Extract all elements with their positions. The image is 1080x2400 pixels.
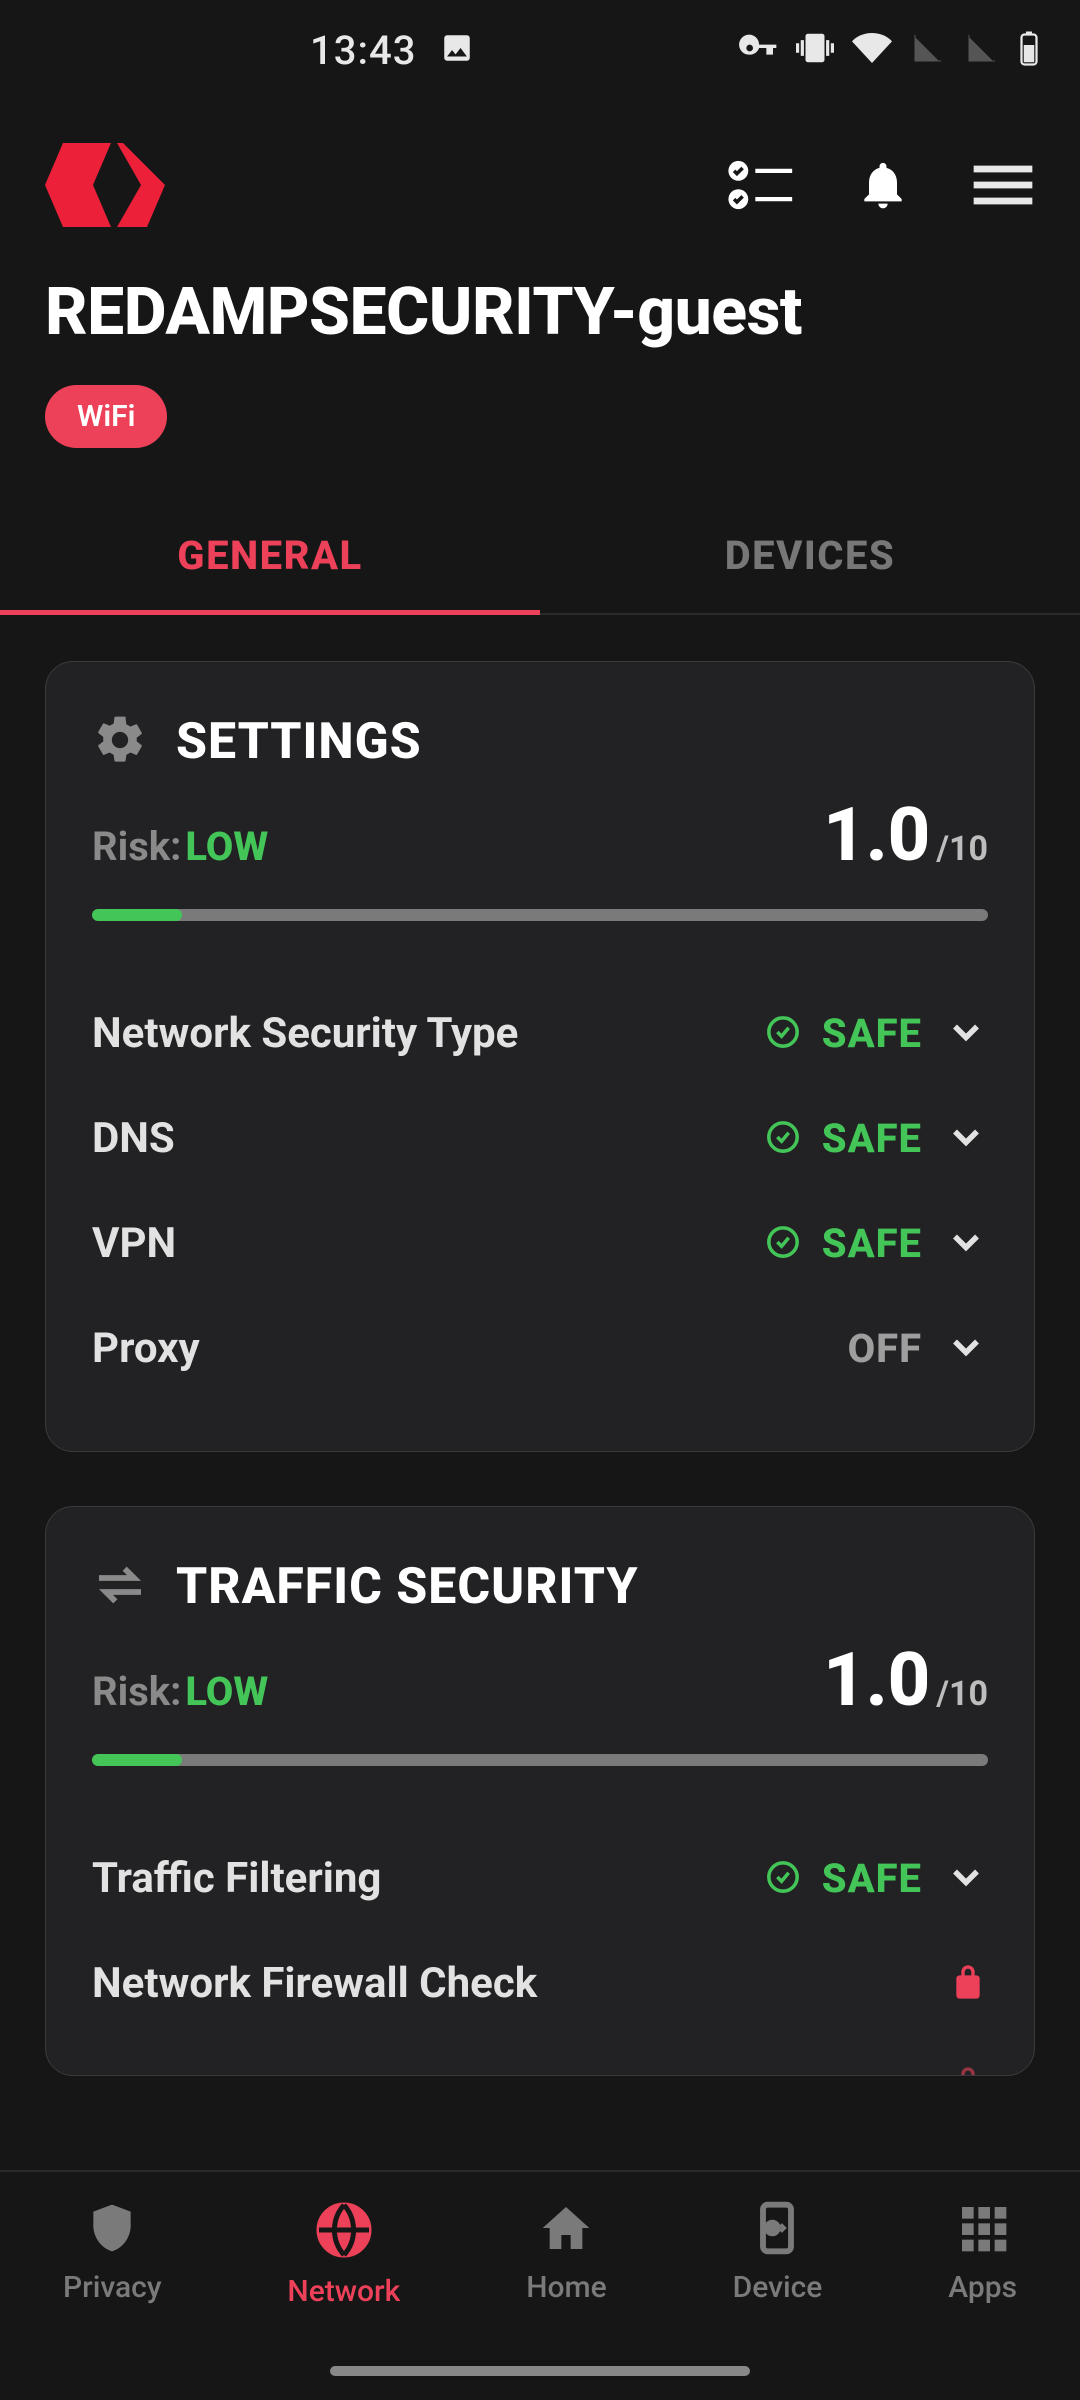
battery-icon — [1018, 30, 1040, 70]
item-network-security-type[interactable]: Network Security Type SAFE — [92, 981, 988, 1086]
picture-icon — [440, 31, 474, 69]
gear-icon — [92, 712, 148, 772]
bell-icon[interactable] — [855, 157, 911, 217]
status-bar: 13:43 — [0, 0, 1080, 100]
nav-apps[interactable]: Apps — [948, 2200, 1017, 2305]
app-logo — [45, 130, 165, 244]
checklist-icon[interactable] — [727, 155, 795, 219]
item-vpn[interactable]: VPN SAFE — [92, 1191, 988, 1296]
settings-progress — [92, 909, 988, 921]
chevron-down-icon — [944, 1325, 988, 1373]
status-time: 13:43 — [310, 27, 416, 74]
transfer-icon — [92, 1557, 148, 1617]
network-title: REDAMPSECURITY-guest — [45, 274, 1035, 351]
tab-general[interactable]: GENERAL — [0, 498, 540, 613]
app-header — [0, 100, 1080, 274]
lock-icon — [948, 2064, 988, 2076]
check-circle-icon — [766, 1120, 800, 1158]
chevron-down-icon — [944, 1115, 988, 1163]
risk-value: LOW — [185, 823, 268, 870]
bottom-nav: Privacy Network Home Device Apps — [0, 2170, 1080, 2400]
lock-icon — [948, 1962, 988, 2006]
risk-value: LOW — [185, 1668, 268, 1715]
chevron-down-icon — [944, 1010, 988, 1058]
chevron-down-icon — [944, 1855, 988, 1903]
check-circle-icon — [766, 1015, 800, 1053]
key-icon — [738, 28, 778, 72]
nav-privacy[interactable]: Privacy — [63, 2200, 162, 2305]
nav-home[interactable]: Home — [526, 2200, 607, 2305]
item-extra[interactable] — [92, 2036, 988, 2076]
sim-2-icon — [964, 30, 1000, 70]
risk-label: Risk: — [92, 1668, 181, 1715]
check-circle-icon — [766, 1860, 800, 1898]
settings-card: SETTINGS Risk: LOW 1.0 /10 Network Secur… — [45, 661, 1035, 1452]
wifi-icon — [852, 28, 892, 72]
traffic-progress — [92, 1754, 988, 1766]
tabs: GENERAL DEVICES — [0, 498, 1080, 615]
risk-label: Risk: — [92, 823, 181, 870]
item-traffic-filtering[interactable]: Traffic Filtering SAFE — [92, 1826, 988, 1931]
traffic-card: TRAFFIC SECURITY Risk: LOW 1.0 /10 Traff… — [45, 1506, 1035, 2076]
traffic-score: 1.0 /10 — [823, 1637, 988, 1724]
item-dns[interactable]: DNS SAFE — [92, 1086, 988, 1191]
chevron-down-icon — [944, 1220, 988, 1268]
sim-1-icon — [910, 30, 946, 70]
check-circle-icon — [766, 1225, 800, 1263]
settings-title: SETTINGS — [176, 713, 422, 771]
nav-device[interactable]: Device — [733, 2200, 823, 2305]
menu-icon[interactable] — [971, 161, 1035, 213]
nav-network[interactable]: Network — [287, 2200, 400, 2309]
tab-devices[interactable]: DEVICES — [540, 498, 1080, 613]
item-firewall-check[interactable]: Network Firewall Check — [92, 1931, 988, 2036]
gesture-handle[interactable] — [330, 2366, 750, 2376]
traffic-title: TRAFFIC SECURITY — [176, 1558, 639, 1616]
connection-badge: WiFi — [45, 385, 167, 448]
settings-score: 1.0 /10 — [823, 792, 988, 879]
vibrate-icon — [796, 29, 834, 71]
item-proxy[interactable]: Proxy OFF — [92, 1296, 988, 1401]
